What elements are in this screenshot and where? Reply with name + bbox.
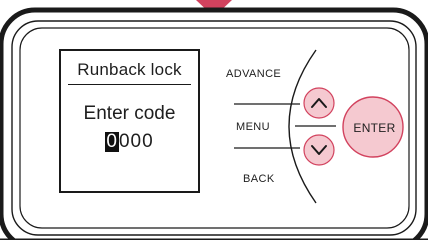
display-divider (68, 84, 191, 85)
code-entry: 0000 (61, 131, 198, 153)
code-cursor-digit: 0 (105, 131, 119, 152)
up-button[interactable] (304, 88, 334, 118)
menu-button[interactable]: MENU (236, 121, 270, 133)
display-prompt: Enter code (83, 103, 176, 124)
down-button[interactable] (304, 135, 334, 165)
code-remaining-digits: 000 (118, 131, 154, 152)
enter-button[interactable]: ENTER (342, 121, 407, 135)
display-title: Runback lock (77, 60, 182, 79)
advance-button[interactable]: ADVANCE (226, 68, 281, 80)
lcd-display: Runback lock Enter code 0000 (59, 49, 200, 193)
back-button[interactable]: BACK (243, 173, 275, 185)
control-panel: Runback lock Enter code 0000 ADVANCE MEN… (0, 0, 428, 240)
